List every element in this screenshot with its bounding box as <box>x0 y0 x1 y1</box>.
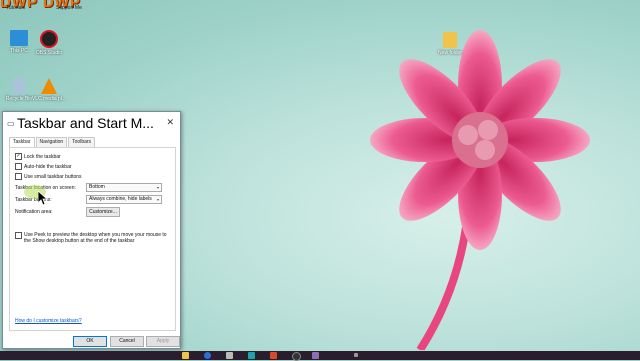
dialog-titlebar[interactable]: ▭ Taskbar and Start M... ✕ <box>3 112 180 134</box>
app-icon[interactable] <box>248 352 255 359</box>
watermark-sub-left: Tutorials <box>6 5 25 11</box>
small-buttons-checkbox[interactable]: Use small taskbar buttons <box>15 173 82 180</box>
mouse-pointer-icon <box>38 191 48 205</box>
recycle-bin-icon <box>13 78 25 94</box>
tab-toolbars[interactable]: Toolbars <box>68 137 96 147</box>
apply-button[interactable]: Apply <box>146 336 180 347</box>
chevron-down-icon: ▾ <box>156 185 159 190</box>
location-select[interactable]: Bottom ▾ <box>86 183 162 192</box>
taskbar-properties-dialog: ▭ Taskbar and Start M... ✕ Taskbar Navig… <box>2 111 181 349</box>
tab-taskbar[interactable]: Taskbar <box>9 137 35 147</box>
file-explorer-icon[interactable] <box>182 352 189 359</box>
checkbox-unchecked-icon <box>15 163 22 170</box>
lock-taskbar-checkbox[interactable]: ✓ Lock the taskbar <box>15 153 61 160</box>
taskbar-indicator-icon <box>354 353 358 357</box>
taskbar-tab-panel: ✓ Lock the taskbar Auto-hide the taskbar… <box>9 147 176 331</box>
taskbar-buttons-select[interactable]: Always combine, hide labels ▾ <box>86 195 162 204</box>
autohide-taskbar-checkbox[interactable]: Auto-hide the taskbar <box>15 163 72 170</box>
app-icon[interactable] <box>270 352 277 359</box>
checkbox-unchecked-icon <box>15 173 22 180</box>
obs-icon <box>40 30 58 48</box>
desktop-icon-obs[interactable]: OBS Studio <box>26 30 72 56</box>
vlc-icon <box>41 78 57 94</box>
peek-checkbox[interactable]: Use Peek to preview the desktop when you… <box>15 232 174 244</box>
edge-icon[interactable] <box>204 352 211 359</box>
notification-area-label: Notification area: <box>15 209 53 215</box>
close-icon[interactable]: ✕ <box>166 117 174 128</box>
settings-taskbar-icon[interactable] <box>312 352 319 359</box>
desktop-icon-vlc[interactable]: VLC media pl... <box>26 78 72 102</box>
folder-icon <box>443 32 457 48</box>
help-link[interactable]: How do I customize taskbars? <box>15 318 82 324</box>
tab-navigation[interactable]: Navigation <box>35 137 68 147</box>
checkbox-unchecked-icon <box>15 232 22 239</box>
dialog-title: Taskbar and Start M... <box>17 115 154 131</box>
dialog-tabs: Taskbar Navigation Toolbars <box>9 137 96 147</box>
watermark-sub-right: Support Me <box>56 5 82 11</box>
chevron-down-icon: ▾ <box>156 197 159 202</box>
flower-wallpaper <box>370 30 590 350</box>
windows-taskbar <box>0 351 640 361</box>
taskbar-settings-icon: ▭ <box>7 119 15 128</box>
ok-button[interactable]: OK <box>73 336 107 347</box>
desktop-icon-new-folder[interactable]: New folder <box>427 32 473 56</box>
store-icon[interactable] <box>226 352 233 359</box>
cancel-button[interactable]: Cancel <box>110 336 144 347</box>
checkbox-checked-icon: ✓ <box>15 153 22 160</box>
customize-button[interactable]: Customize... <box>86 207 120 217</box>
